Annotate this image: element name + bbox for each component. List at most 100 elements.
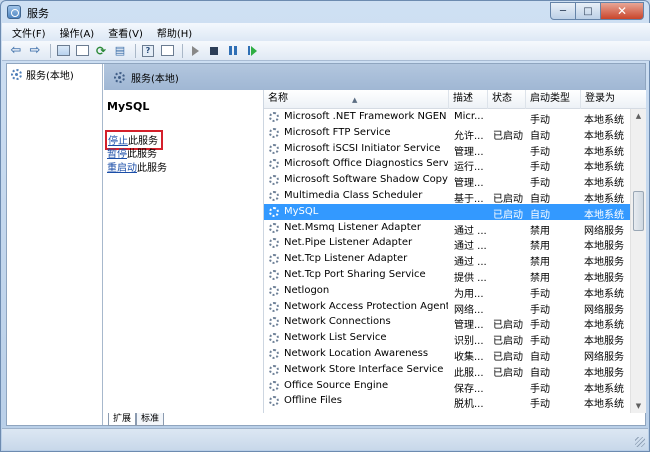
table-row[interactable]: Net.Tcp Listener Adapter 通过 ... 禁用 本地服务: [264, 251, 630, 269]
cell-name: Net.Pipe Listener Adapter: [284, 237, 413, 249]
table-row[interactable]: Microsoft Software Shadow Copy Pr... 管理..…: [264, 172, 630, 190]
properties-button[interactable]: [74, 43, 90, 59]
menu-view[interactable]: 查看(V): [108, 25, 143, 40]
cell-description: 通过 ...: [454, 257, 487, 269]
export-list-button[interactable]: ▤: [112, 43, 128, 59]
table-row[interactable]: Microsoft Office Diagnostics Service 运行..…: [264, 156, 630, 174]
service-gear-icon: [269, 364, 279, 375]
start-service-icon: [191, 45, 199, 56]
pause-service-button[interactable]: [225, 43, 241, 59]
menu-help[interactable]: 帮助(H): [157, 25, 192, 40]
table-row[interactable]: Microsoft FTP Service 允许... 已启动 自动 本地系统: [264, 125, 630, 142]
tab-extended[interactable]: 扩展: [108, 413, 137, 426]
service-gear-icon: [269, 254, 279, 265]
pause-service-action: 暂停此服务: [107, 145, 157, 160]
table-row[interactable]: Multimedia Class Scheduler 基于... 已启动 自动 本地系统: [264, 188, 630, 205]
table-row[interactable]: Office Source Engine 保存... 手动 本地系统: [264, 378, 630, 395]
forward-button[interactable]: ⇨: [27, 43, 43, 59]
scrollbar-thumb[interactable]: [633, 191, 644, 231]
column-header-status[interactable]: 状态: [488, 90, 526, 109]
resize-grip-icon[interactable]: [635, 437, 645, 447]
show-hide-tree-button[interactable]: [55, 43, 71, 59]
close-button[interactable]: ✕: [601, 2, 644, 20]
back-button[interactable]: ⇦: [8, 43, 24, 59]
minimize-button[interactable]: ─: [550, 2, 576, 20]
scroll-up-button[interactable]: ▲: [631, 109, 646, 123]
table-row[interactable]: MySQL 已启动 自动 本地系统: [264, 203, 630, 221]
pane-title: 服务(本地): [131, 73, 179, 85]
scroll-down-button[interactable]: ▼: [631, 399, 646, 413]
column-header-name[interactable]: 名称 ▲: [264, 90, 449, 109]
title-bar[interactable]: 服务 ─ □ ✕: [1, 1, 649, 23]
menu-action[interactable]: 操作(A): [60, 25, 95, 40]
vertical-scrollbar[interactable]: ▲ ▼: [630, 109, 646, 413]
toolbar-divider: [50, 43, 51, 58]
stop-service-button[interactable]: [206, 43, 222, 59]
cell-log-on-as: 本地系统: [584, 115, 624, 126]
table-row[interactable]: Net.Msmq Listener Adapter 通过 ... 禁用 网络服务: [264, 220, 630, 237]
table-row[interactable]: Network Location Awareness 收集... 已启动 自动 网络服务: [264, 346, 630, 363]
cell-name: Net.Tcp Listener Adapter: [284, 253, 408, 265]
cell-log-on-as: 本地服务: [584, 241, 624, 253]
cell-name: Microsoft .NET Framework NGEN v2...: [284, 111, 448, 122]
restart-service-link[interactable]: 重启动: [107, 163, 137, 174]
help-button[interactable]: ?: [140, 43, 156, 59]
cell-description: 运行...: [454, 162, 484, 174]
services-gear-icon: [7, 5, 21, 19]
pause-service-icon: [229, 46, 237, 55]
cell-status: 已启动: [493, 209, 523, 221]
table-row[interactable]: Network Store Interface Service 此服... 已启动自…: [264, 362, 630, 379]
action-suffix: 此服务: [137, 163, 167, 174]
cell-description: Micr...: [454, 111, 484, 122]
menu-bar: 文件(F) 操作(A) 查看(V) 帮助(H): [2, 23, 650, 41]
cell-log-on-as: 本地系统: [584, 194, 624, 205]
service-gear-icon: [269, 285, 279, 296]
cell-description: 管理...: [454, 146, 484, 158]
cell-startup-type: 手动: [530, 288, 550, 300]
cell-startup-type: 手动: [530, 115, 550, 126]
service-gear-icon: [269, 112, 279, 122]
details-pane-button[interactable]: [159, 43, 175, 59]
cell-log-on-as: 本地服务: [584, 273, 624, 284]
cell-description: 为用...: [454, 288, 484, 300]
tree-item-label: 服务(本地): [26, 71, 74, 82]
table-row[interactable]: Netlogon 为用... 手动 本地系统: [264, 283, 630, 300]
cell-startup-type: 禁用: [530, 257, 550, 269]
column-header-description[interactable]: 描述: [449, 90, 488, 109]
cell-log-on-as: 本地系统: [584, 288, 624, 300]
cell-log-on-as: 本地系统: [584, 130, 624, 142]
cell-log-on-as: 本地服务: [584, 336, 624, 348]
table-row[interactable]: Offline Files 脱机... 手动 本地系统: [264, 393, 630, 410]
cell-log-on-as: 网络服务: [584, 225, 624, 237]
cell-startup-type: 自动: [530, 194, 550, 205]
table-row[interactable]: Network List Service 识别... 已启动 手动 本地服务: [264, 330, 630, 348]
toolbar-divider: [182, 43, 183, 58]
cell-name: Microsoft FTP Service: [284, 126, 391, 138]
start-service-button[interactable]: [187, 43, 203, 59]
cell-status: 已启动: [493, 194, 523, 205]
table-row[interactable]: Network Access Protection Agent 网络... 手动 网络…: [264, 299, 630, 316]
cell-description: 基于...: [454, 194, 484, 205]
cell-log-on-as: 本地系统: [584, 178, 624, 190]
maximize-button[interactable]: □: [576, 2, 601, 20]
toolbar-divider: [135, 43, 136, 58]
table-row[interactable]: Microsoft .NET Framework NGEN v2... Micr.…: [264, 109, 630, 126]
tab-standard[interactable]: 标准: [136, 413, 165, 426]
menu-file[interactable]: 文件(F): [12, 25, 46, 40]
column-header-log-on-as[interactable]: 登录为: [581, 90, 646, 109]
cell-name: MySQL: [284, 205, 319, 217]
refresh-button[interactable]: ⟳: [93, 43, 109, 59]
service-gear-icon: [269, 206, 279, 217]
cell-name: Net.Msmq Listener Adapter: [284, 221, 421, 233]
column-header-startup-type[interactable]: 启动类型: [526, 90, 581, 109]
table-row[interactable]: Net.Pipe Listener Adapter 通过 ... 禁用 本地服务: [264, 235, 630, 253]
scroll-up-icon: ▲: [635, 112, 642, 120]
table-row[interactable]: Network Connections 管理... 已启动 手动 本地系统: [264, 314, 630, 331]
selected-service-name: MySQL: [107, 100, 150, 113]
restart-service-button[interactable]: [244, 43, 260, 59]
table-row[interactable]: Net.Tcp Port Sharing Service 提供 ... 禁用 本地服务: [264, 267, 630, 284]
service-gear-icon: [269, 143, 279, 154]
tree-item-services-local[interactable]: 服务(本地): [11, 67, 74, 82]
cell-status: 已启动: [493, 367, 523, 379]
table-row[interactable]: Microsoft iSCSI Initiator Service 管理... 手动…: [264, 141, 630, 158]
